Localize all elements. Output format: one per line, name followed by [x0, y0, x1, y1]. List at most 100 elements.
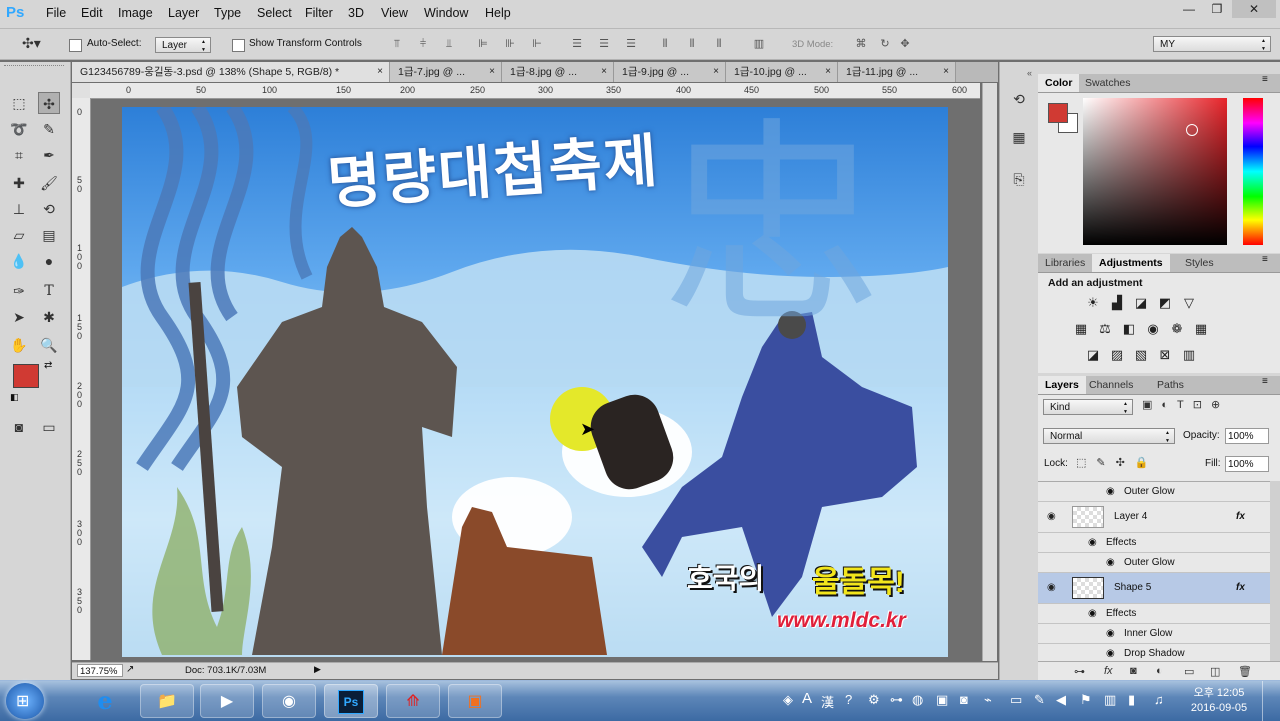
pan-3d-icon[interactable]: ✥ [898, 38, 912, 50]
orbit-3d-icon[interactable]: ⌘ [852, 38, 870, 50]
quick-select-tool-icon[interactable]: ✎ [38, 118, 60, 140]
fx-icon[interactable]: fx [1236, 502, 1245, 532]
add-style-icon[interactable]: fx [1104, 665, 1113, 677]
taskbar-acrobat-icon[interactable]: ⟰ [386, 684, 440, 718]
new-layer-icon[interactable]: ◫ [1210, 665, 1220, 678]
tray-usb-icon[interactable]: ⌁ [984, 692, 992, 708]
tab-close-icon[interactable]: × [489, 62, 495, 82]
tray-camera-icon[interactable]: ◙ [960, 692, 968, 707]
panel-menu-icon[interactable]: ≡ [1262, 376, 1268, 387]
tab-active-document[interactable]: G123456789-웅길동-3.psd @ 138% (Shape 5, RG… [72, 62, 390, 82]
tab-document[interactable]: 1급-8.jpg @ ... × [502, 62, 614, 82]
taskbar-office-icon[interactable]: ▣ [448, 684, 502, 718]
tray-battery-icon[interactable]: ▮ [1128, 692, 1135, 708]
layer-effect-row[interactable]: ◉ Outer Glow [1038, 482, 1270, 502]
hand-tool-icon[interactable]: ✋ [8, 334, 30, 356]
color-foreground-swatch[interactable] [1048, 103, 1068, 123]
hue-saturation-icon[interactable]: ▦ [1072, 321, 1090, 337]
show-transform-checkbox[interactable] [232, 39, 245, 52]
visibility-eye-icon[interactable]: ◉ [1047, 502, 1056, 532]
distribute-vcenter-icon[interactable]: ☰ [597, 38, 611, 50]
collapse-panels-icon[interactable]: « [1006, 68, 1032, 78]
align-vcenter-icon[interactable]: ⫩ [416, 38, 430, 50]
effects-eye-icon[interactable]: ◉ [1088, 604, 1097, 623]
color-field[interactable] [1083, 98, 1227, 245]
ime-hanja[interactable]: 漢 [821, 692, 834, 711]
layer-effects-header[interactable]: ◉ Effects [1038, 533, 1270, 553]
show-desktop-button[interactable] [1262, 681, 1280, 721]
tab-color[interactable]: Color [1038, 74, 1080, 92]
tab-document[interactable]: 1급-11.jpg @ ... × [838, 62, 956, 82]
tab-close-icon[interactable]: × [377, 62, 383, 82]
hue-slider[interactable] [1243, 98, 1263, 245]
fx-icon[interactable]: fx [1236, 573, 1245, 603]
effect-eye-icon[interactable]: ◉ [1106, 644, 1115, 662]
ruler-origin[interactable] [72, 83, 91, 99]
roll-3d-icon[interactable]: ↻ [876, 38, 894, 50]
menu-type[interactable]: Type [214, 6, 241, 20]
menu-help[interactable]: Help [485, 6, 511, 20]
taskbar-chrome-icon[interactable]: ◉ [262, 684, 316, 718]
layer-effects-header[interactable]: ◉ Effects [1038, 604, 1270, 624]
properties-panel-icon[interactable]: ▦ [1008, 126, 1030, 148]
dodge-tool-icon[interactable]: ● [38, 250, 60, 272]
color-balance-icon[interactable]: ⚖ [1096, 321, 1114, 337]
black-white-icon[interactable]: ◧ [1120, 321, 1138, 337]
distribute-top-icon[interactable]: ☰ [570, 38, 584, 50]
document-canvas[interactable]: 忠 명량대첩축제 호국의 울돌목! www.mldc.kr ➤ [122, 107, 948, 657]
menu-filter[interactable]: Filter [305, 6, 333, 20]
tab-libraries[interactable]: Libraries [1038, 254, 1092, 272]
auto-align-icon[interactable]: ▥ [752, 38, 766, 50]
effect-eye-icon[interactable]: ◉ [1106, 482, 1115, 501]
exposure-icon[interactable]: ◩ [1156, 295, 1174, 311]
status-export-icon[interactable]: ↗ [126, 664, 134, 675]
invert-icon[interactable]: ◪ [1084, 347, 1102, 363]
taskbar-clock[interactable]: 오후 12:05 2016-09-05 [1186, 686, 1252, 716]
align-hcenter-icon[interactable]: ⊪ [503, 38, 517, 50]
delete-layer-icon[interactable]: 🗑 [1238, 665, 1252, 678]
lock-icons[interactable]: ⬚✎✣🔒 [1076, 456, 1159, 469]
menu-3d[interactable]: 3D [348, 6, 364, 20]
align-right-icon[interactable]: ⊩ [530, 38, 544, 50]
zoom-tool-icon[interactable]: 🔍 [38, 334, 60, 356]
opacity-field[interactable]: 100% [1225, 428, 1269, 444]
tab-channels[interactable]: Channels [1082, 376, 1140, 394]
brush-tool-icon[interactable]: 🖌 [38, 172, 60, 194]
layer-row[interactable]: ◉ Layer 4 fx [1038, 502, 1270, 533]
color-picker-ring[interactable] [1186, 124, 1198, 136]
eyedropper-tool-icon[interactable]: ✒ [38, 144, 60, 166]
tray-pen-icon[interactable]: ✎ [1034, 692, 1045, 708]
pen-tool-icon[interactable]: ✑ [8, 280, 30, 302]
zoom-level-field[interactable]: 137.75% [77, 664, 123, 677]
visibility-eye-icon[interactable]: ◉ [1047, 573, 1056, 603]
canvas-vertical-scrollbar[interactable] [982, 83, 997, 661]
tab-paths[interactable]: Paths [1150, 376, 1191, 394]
distribute-left-icon[interactable]: ⦀ [658, 38, 672, 50]
gradient-tool-icon[interactable]: ▤ [38, 224, 60, 246]
type-tool-icon[interactable]: T [38, 280, 60, 302]
tray-app-icon[interactable]: ◍ [912, 692, 923, 708]
menu-edit[interactable]: Edit [81, 6, 103, 20]
minimize-button[interactable]: — [1176, 0, 1202, 18]
default-colors-icon[interactable]: ◧ [10, 392, 19, 403]
tab-close-icon[interactable]: × [943, 62, 949, 82]
crop-tool-icon[interactable]: ⌗ [8, 144, 30, 166]
vertical-ruler[interactable]: 0 5 0 1 0 0 1 5 0 2 0 0 2 5 0 3 0 0 3 5 … [72, 98, 91, 660]
new-group-icon[interactable]: ▭ [1184, 665, 1194, 678]
tray-flag-icon[interactable]: ⚑ [1080, 692, 1092, 708]
custom-shape-icon[interactable]: ✱ [38, 306, 60, 328]
distribute-bottom-icon[interactable]: ☰ [624, 38, 638, 50]
add-mask-icon[interactable]: ◙ [1130, 665, 1137, 677]
ime-mode-a[interactable]: A [802, 690, 812, 707]
taskbar-explorer-icon[interactable]: 📁 [140, 684, 194, 718]
character-panel-icon[interactable]: ⎘ [1008, 168, 1030, 190]
align-left-icon[interactable]: ⊫ [476, 38, 490, 50]
posterize-icon[interactable]: ▨ [1108, 347, 1126, 363]
start-button[interactable]: ⊞ [6, 683, 44, 719]
layer-row-selected[interactable]: ◉ Shape 5 fx [1038, 573, 1270, 604]
brightness-contrast-icon[interactable]: ☀ [1084, 295, 1102, 311]
tab-swatches[interactable]: Swatches [1078, 74, 1138, 92]
workspace-dropdown[interactable]: MY [1153, 36, 1271, 53]
layer-effect-row[interactable]: ◉ Outer Glow [1038, 553, 1270, 573]
restore-button[interactable]: ❐ [1204, 0, 1230, 18]
